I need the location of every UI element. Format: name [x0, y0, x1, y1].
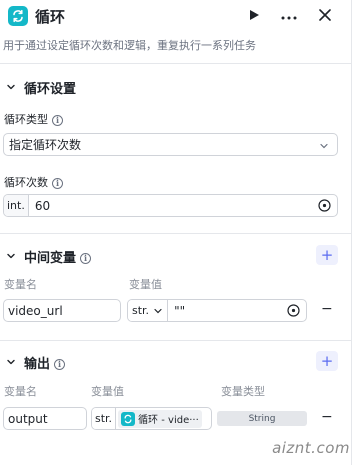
loop-count-value: 60: [34, 198, 51, 213]
close-button[interactable]: [314, 6, 336, 26]
watermark: aiznt.com: [272, 439, 350, 457]
add-output-button[interactable]: +: [316, 351, 338, 371]
section-output[interactable]: 输出 i: [0, 351, 352, 373]
variable-name-value: video_url: [8, 303, 63, 318]
loop-icon: [8, 6, 28, 26]
loop-type-label: 循环类型 i: [4, 111, 63, 127]
chevron-down-icon: [319, 140, 329, 154]
chevron-down-icon: [5, 250, 17, 262]
loop-type-value: 指定循环次数: [9, 138, 82, 152]
variable-ref-icon[interactable]: [318, 199, 331, 215]
info-icon: i: [52, 177, 63, 189]
node-description: 用于通过设定循环次数和逻辑，重复执行一系列任务: [3, 39, 256, 52]
loop-type-select[interactable]: 指定循环次数: [3, 133, 338, 156]
output-name-input[interactable]: output: [3, 407, 87, 430]
column-header-value: 变量值: [91, 385, 124, 398]
column-header-name: 变量名: [4, 278, 37, 291]
variable-ref-icon[interactable]: [287, 304, 300, 320]
section-loop-settings[interactable]: 循环设置: [0, 76, 352, 98]
close-icon: [319, 8, 331, 24]
add-variable-button[interactable]: +: [316, 245, 338, 265]
panel-header: 循环: [0, 0, 358, 32]
variable-name-input[interactable]: video_url: [3, 299, 121, 322]
output-value-input[interactable]: str. 循环 - vide···: [91, 407, 212, 430]
type-tag: int.: [4, 195, 29, 216]
divider: [0, 233, 352, 234]
section-title: 中间变量 i: [24, 247, 92, 266]
variable-value-input[interactable]: str. "": [127, 299, 307, 322]
plus-icon: +: [320, 246, 334, 264]
type-tag: str.: [92, 408, 117, 429]
plus-icon: +: [320, 352, 334, 370]
column-header-name: 变量名: [4, 385, 37, 398]
page-title: 循环: [35, 8, 66, 26]
info-icon: i: [80, 253, 92, 264]
variable-value: "": [174, 303, 186, 318]
section-title: 输出 i: [24, 353, 66, 372]
section-title: 循环设置: [24, 82, 77, 97]
chevron-down-icon: [5, 81, 17, 93]
info-icon: i: [52, 114, 63, 126]
divider: [0, 340, 352, 341]
play-icon: [248, 9, 260, 24]
reference-label: 循环 - vide···: [138, 415, 199, 426]
remove-output-button[interactable]: −: [321, 409, 333, 425]
variable-reference-chip[interactable]: 循环 - vide···: [118, 409, 202, 428]
remove-variable-button[interactable]: −: [321, 301, 333, 317]
chevron-down-icon: [5, 356, 17, 368]
loop-icon: [121, 411, 136, 426]
divider: [0, 63, 352, 64]
column-header-value: 变量值: [129, 278, 162, 291]
column-header-type: 变量类型: [221, 385, 265, 398]
run-button[interactable]: [243, 6, 265, 26]
type-select[interactable]: str.: [128, 300, 169, 321]
loop-count-label: 循环次数 i: [4, 174, 63, 190]
info-icon: i: [54, 359, 66, 370]
chevron-down-icon: [154, 308, 162, 313]
loop-count-input[interactable]: int. 60: [3, 194, 338, 217]
section-intermediate-vars[interactable]: 中间变量 i: [0, 245, 352, 267]
variable-type-badge: String: [217, 411, 307, 426]
more-button[interactable]: [278, 6, 300, 26]
output-name-value: output: [8, 411, 48, 426]
more-icon: [281, 9, 297, 23]
